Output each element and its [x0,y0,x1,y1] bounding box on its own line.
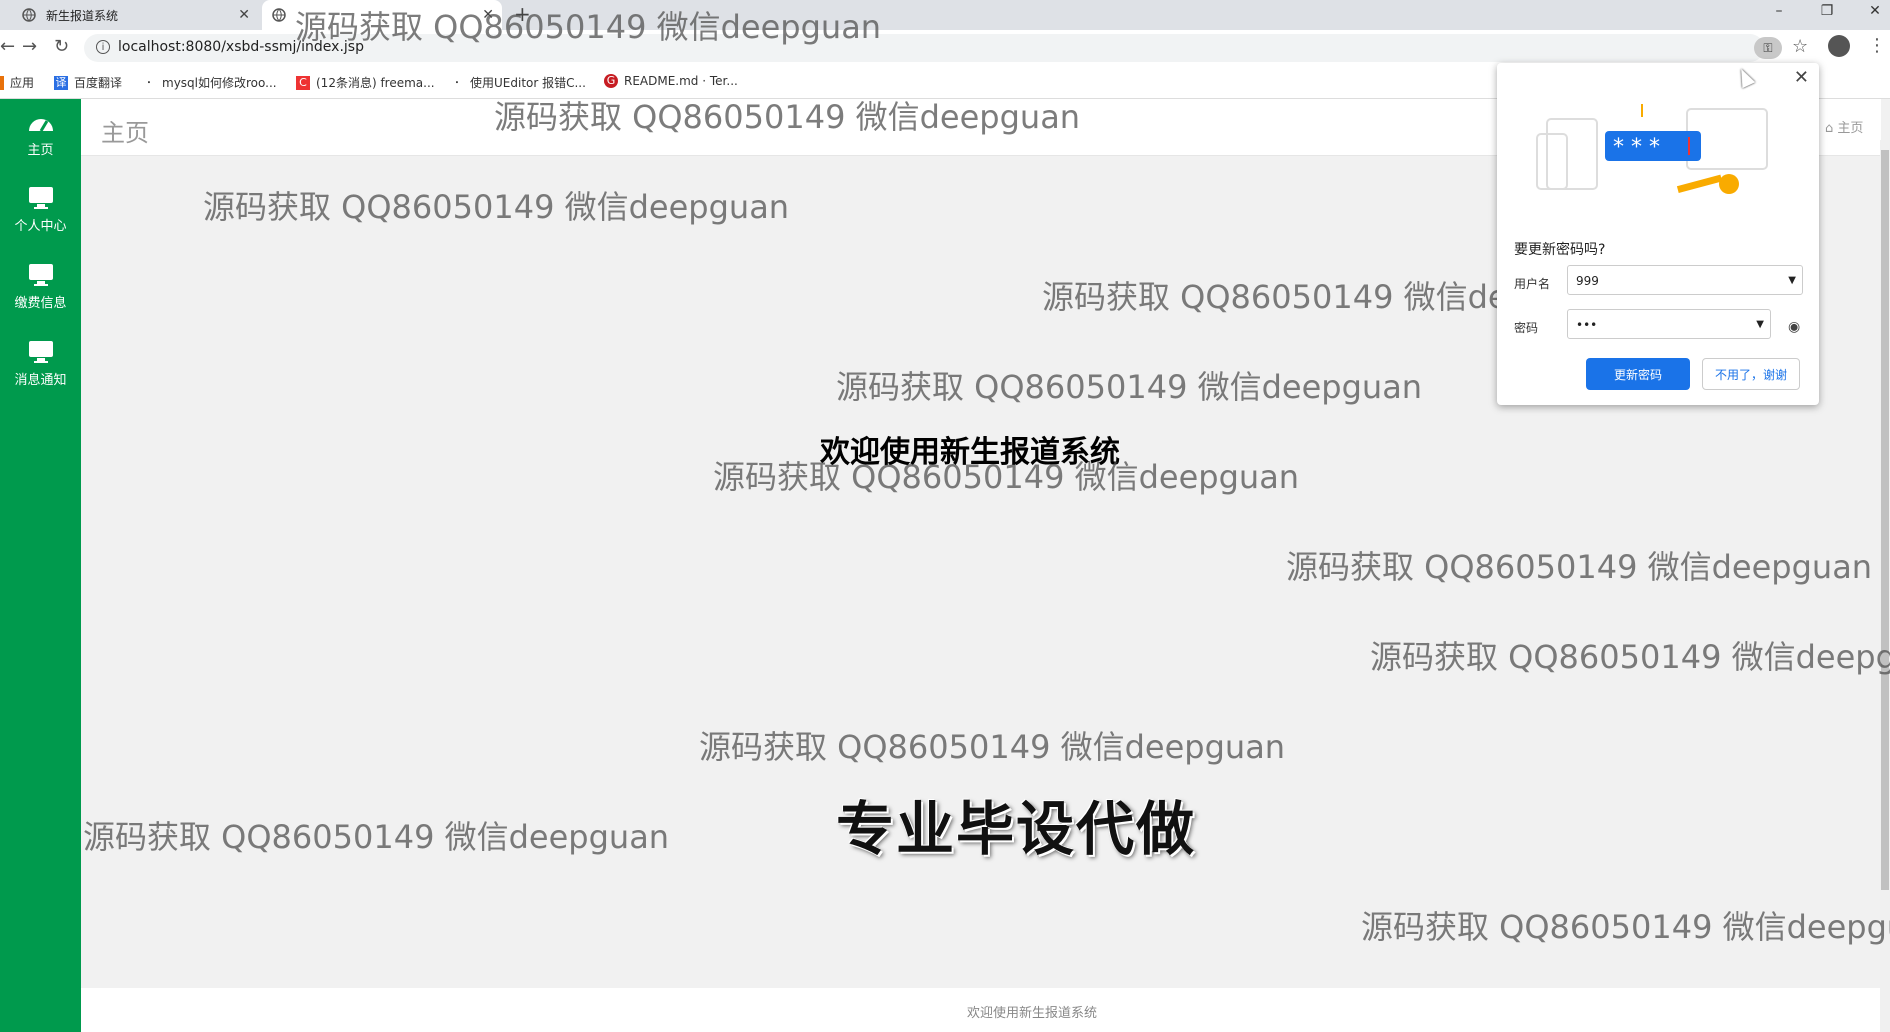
bookmark-label: (12条消息) freema... [316,76,435,90]
globe-icon [22,8,36,22]
username-value: 999 [1576,274,1599,288]
sidebar-item-profile[interactable]: 个人中心 [0,185,81,234]
username-label: 用户名 [1514,277,1551,291]
watermark: 源码获取 QQ86050149 微信deepguan [1286,548,1873,586]
bookmark-ueditor[interactable]: ꞏ 使用UEditor 报错C... [450,74,586,91]
svg-text:* * *: * * * [1613,135,1660,160]
bookmark-label: mysql如何修改roo... [162,76,277,90]
sidebar-item-label: 主页 [27,143,54,158]
sidebar-item-label: 个人中心 [14,219,67,234]
chevron-down-icon[interactable]: ▼ [1788,266,1796,296]
menu-kebab-icon[interactable]: ⋮ [1868,35,1886,56]
bookmark-readme[interactable]: G README.md · Ter... [604,74,738,88]
reload-icon[interactable]: ↻ [54,36,69,57]
username-field[interactable]: 999 ▼ [1567,265,1803,295]
translate-icon: 译 [54,75,68,90]
csdn-icon: C [296,75,310,90]
bookmark-csdn[interactable]: C (12条消息) freema... [296,74,435,91]
profile-avatar-icon[interactable] [1828,35,1850,57]
ueditor-icon: ꞏ [455,75,459,89]
sidebar-item-label: 消息通知 [14,373,67,388]
breadcrumb[interactable]: ⌂ 主页 [1825,117,1863,136]
bookmark-label: README.md · Ter... [624,74,738,88]
sidebar-item-label: 缴费信息 [14,296,67,311]
tab-strip: 新生报道系统 ✕ ✕ + – ❐ ✕ [0,0,1890,30]
watermark: 源码获取 QQ86050149 微信deepguan [699,728,1286,766]
watermark: 源码获取 QQ86050149 微信deepguan [295,8,882,46]
footer-text: 欢迎使用新生报道系统 [967,1006,1098,1021]
dashboard-icon [28,119,53,132]
sidebar-item-home[interactable]: 主页 [0,111,81,158]
minimize-button[interactable]: – [1756,0,1802,24]
tab-xinsheng[interactable]: 新生报道系统 ✕ [12,0,258,30]
watermark: 源码获取 QQ86050149 微信deepguan [83,818,670,856]
password-illustration: * * * [1536,104,1768,194]
window-close-button[interactable]: ✕ [1852,0,1890,24]
watermark: 源码获取 QQ86050149 微信deepguan [494,98,1081,136]
watermark: 源码获取 QQ86050149 微信deepguan [713,458,1300,496]
watermark: 源码获取 QQ86050149 微信deepguan [203,188,790,226]
update-password-button[interactable]: 更新密码 [1586,358,1690,390]
update-password-dialog: ✕ * * * 要更新密码吗? 用户名 999 ▼ 密码 ••• ▼ ◉ 更新密… [1497,63,1819,405]
page-scrollbar[interactable] [1880,140,1890,1032]
globe-icon [272,8,286,22]
watermark: 源码获取 QQ86050149 微信deepguan [1370,638,1890,676]
breadcrumb-label: 主页 [1837,121,1864,136]
bookmark-baidu-fanyi[interactable]: 译 百度翻译 [54,74,122,91]
browser-toolbar: ← → ↻ i localhost:8080/xsbd-ssmj/index.j… [0,30,1890,66]
bookmark-label: 百度翻译 [74,76,123,90]
forward-icon[interactable]: → [22,36,37,57]
apps-grid-icon [0,75,4,90]
page-title: 主页 [101,119,149,147]
monitor-icon [28,264,53,286]
password-label: 密码 [1514,321,1539,335]
bookmark-mysql[interactable]: ꞏ mysql如何修改roo... [142,74,277,91]
no-thanks-button[interactable]: 不用了，谢谢 [1702,358,1800,390]
monitor-icon [28,187,53,209]
bookmark-apps[interactable]: 应用 [0,74,34,91]
mysql-icon: ꞏ [147,75,151,89]
back-icon[interactable]: ← [0,36,15,57]
dialog-title: 要更新密码吗? [1514,242,1606,258]
bookmark-label: 应用 [10,76,35,90]
chevron-down-icon[interactable]: ▼ [1756,310,1764,340]
eye-icon[interactable]: ◉ [1788,319,1800,335]
sidebar-item-payment[interactable]: 缴费信息 [0,262,81,311]
password-value: ••• [1576,318,1598,332]
sidebar-item-notifications[interactable]: 消息通知 [0,339,81,388]
watermark: 源码获取 QQ86050149 微信deepguan [836,368,1423,406]
password-field[interactable]: ••• ▼ [1567,309,1771,339]
key-icon[interactable]: ⚿ [1754,37,1782,59]
gitee-icon: G [604,74,618,88]
banner-text: 专业毕设代做 [836,795,1197,863]
star-icon[interactable]: ☆ [1792,36,1808,57]
sidebar: 主页 个人中心 缴费信息 消息通知 [0,99,81,1032]
info-icon[interactable]: i [96,40,110,54]
tab-title: 新生报道系统 [46,8,119,23]
close-tab-icon[interactable]: ✕ [238,7,250,23]
monitor-icon [28,341,53,363]
restore-button[interactable]: ❐ [1804,0,1850,24]
bookmark-label: 使用UEditor 报错C... [470,76,586,90]
scrollbar-thumb[interactable] [1881,150,1889,890]
watermark: 源码获取 QQ86050149 微信deepguan [1361,908,1890,946]
footer: 欢迎使用新生报道系统 [81,988,1881,1032]
